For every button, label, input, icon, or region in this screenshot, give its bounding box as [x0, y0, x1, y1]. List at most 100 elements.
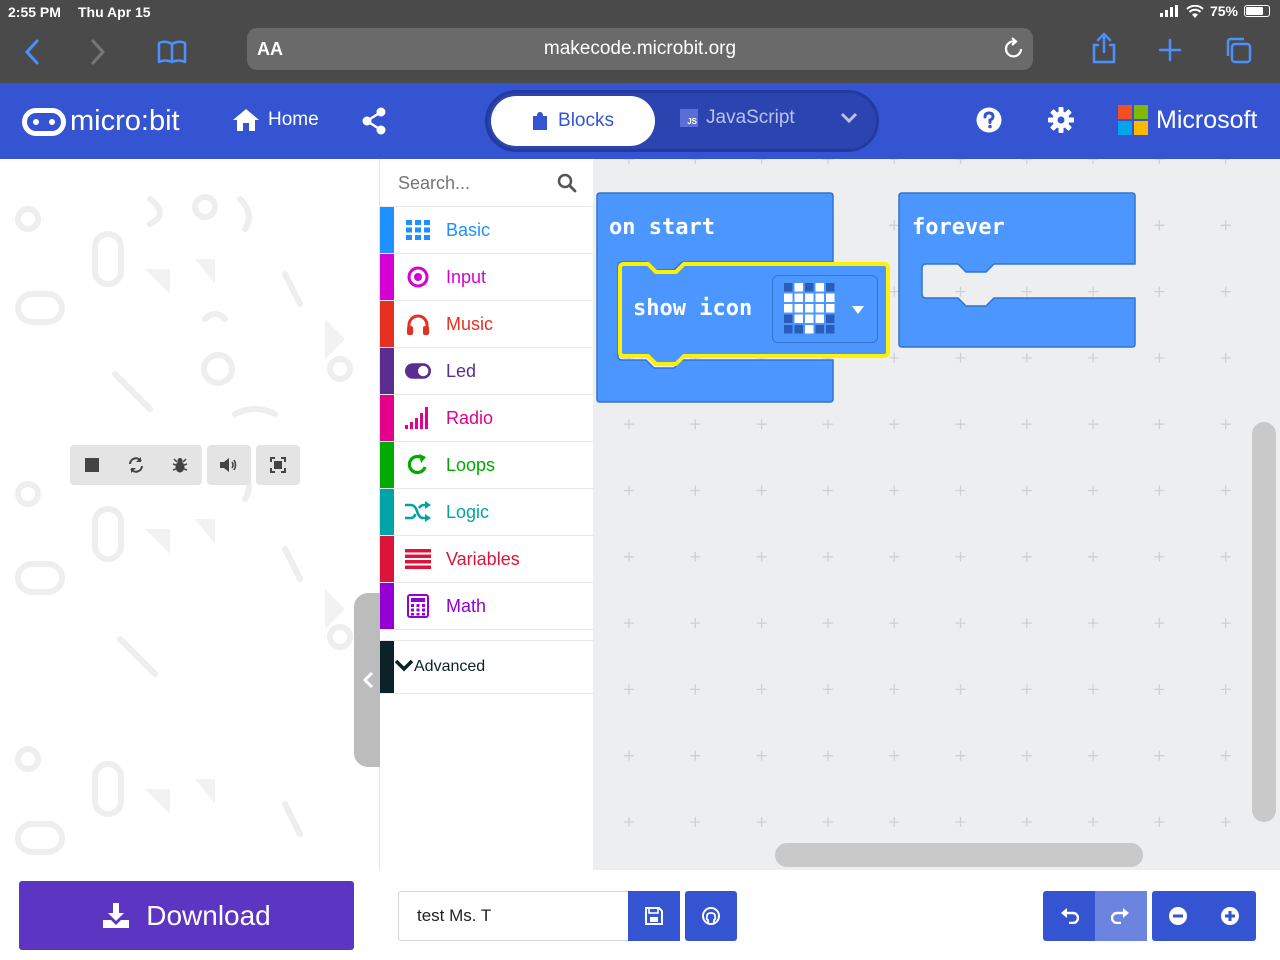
chevron-down-icon — [840, 112, 858, 124]
bookmarks-button[interactable] — [154, 34, 190, 70]
category-color-bar — [380, 442, 394, 488]
undo-button[interactable] — [1043, 891, 1095, 941]
category-radio[interactable]: Radio — [380, 395, 593, 442]
share-button[interactable] — [1086, 30, 1122, 66]
fullscreen-button[interactable] — [256, 445, 300, 485]
editor-toggle: Blocks JS JavaScript — [485, 90, 879, 152]
chevron-down-icon — [394, 658, 414, 677]
url-text[interactable]: makecode.microbit.org — [247, 38, 1033, 60]
microsoft-logo[interactable]: Microsoft — [1118, 105, 1257, 135]
grid-icon — [405, 217, 431, 243]
zoom-in-button[interactable] — [1204, 891, 1256, 941]
category-advanced[interactable]: Advanced — [380, 640, 593, 694]
save-icon — [645, 907, 663, 925]
category-color-bar — [380, 489, 394, 535]
led-on — [826, 293, 835, 302]
led-off — [794, 325, 803, 334]
category-color-bar — [380, 641, 394, 693]
simulator-background-pattern — [15, 194, 353, 855]
workspace-horizontal-scrollbar[interactable] — [775, 843, 1143, 867]
battery-icon — [1244, 5, 1270, 17]
collapse-simulator-button[interactable] — [354, 593, 382, 767]
save-button[interactable] — [628, 891, 680, 941]
help-button[interactable] — [976, 107, 1002, 138]
restart-simulator-button[interactable] — [114, 445, 158, 485]
simulator-controls — [70, 445, 300, 485]
category-variables[interactable]: Variables — [380, 536, 593, 583]
settings-button[interactable] — [1048, 107, 1074, 138]
download-label: Download — [146, 899, 271, 931]
category-color-bar — [380, 395, 394, 441]
category-label: Radio — [446, 407, 494, 428]
project-name-input[interactable] — [398, 891, 630, 941]
forever-label: forever — [912, 215, 1005, 240]
language-dropdown[interactable] — [840, 111, 858, 129]
github-button[interactable] — [685, 891, 737, 941]
calculator-icon — [405, 593, 431, 619]
share-project-button[interactable] — [360, 107, 388, 140]
new-tab-button[interactable] — [1152, 32, 1188, 68]
led-on — [815, 304, 824, 313]
book-icon — [157, 40, 187, 64]
category-music[interactable]: Music — [380, 301, 593, 348]
forward-button[interactable] — [80, 34, 116, 70]
status-indicators: 75% — [1159, 3, 1270, 19]
home-icon — [233, 109, 259, 131]
home-button[interactable]: Home — [232, 108, 319, 132]
status-date: Thu Apr 15 — [78, 4, 151, 20]
category-basic[interactable]: Basic — [380, 207, 593, 254]
category-label: Music — [446, 313, 494, 334]
debug-button[interactable] — [158, 445, 202, 485]
toggle-icon — [405, 358, 431, 384]
zoom-out-button[interactable] — [1152, 891, 1204, 941]
category-label: Input — [446, 266, 487, 287]
reload-icon[interactable] — [1003, 36, 1025, 60]
category-math[interactable]: Math — [380, 583, 593, 630]
led-on — [794, 304, 803, 313]
undo-icon — [1061, 908, 1079, 924]
mute-button-group — [207, 445, 251, 485]
target-icon — [405, 264, 431, 290]
chevron-left-icon — [362, 671, 374, 689]
tab-javascript[interactable]: JS JavaScript — [680, 107, 795, 129]
redo-button[interactable] — [1095, 891, 1147, 941]
share-icon — [1092, 32, 1116, 64]
led-on — [826, 304, 835, 313]
bug-icon — [172, 458, 188, 473]
address-bar[interactable]: AA makecode.microbit.org — [247, 28, 1033, 70]
category-label: Led — [446, 360, 477, 381]
category-label: Math — [446, 595, 487, 616]
minus-circle-icon — [1169, 907, 1187, 925]
mute-button[interactable] — [207, 445, 251, 485]
shuffle-icon — [405, 499, 431, 525]
stop-simulator-button[interactable] — [70, 445, 114, 485]
category-led[interactable]: Led — [380, 348, 593, 395]
on-start-label: on start — [609, 215, 715, 240]
simulator-panel — [0, 159, 382, 870]
blocks-workspace[interactable]: on start show icon forever — [593, 159, 1280, 870]
category-logic[interactable]: Logic — [380, 489, 593, 536]
led-off — [784, 314, 793, 323]
category-loops[interactable]: Loops — [380, 442, 593, 489]
stop-icon — [85, 458, 99, 472]
workspace-vertical-scrollbar[interactable] — [1252, 422, 1276, 822]
toolbox-search-input[interactable] — [398, 171, 558, 195]
tab-blocks[interactable]: Blocks — [491, 96, 655, 146]
led-on — [805, 293, 814, 302]
category-label: Variables — [446, 548, 520, 569]
back-button[interactable] — [14, 34, 50, 70]
share-nodes-icon — [362, 107, 386, 135]
led-on — [784, 304, 793, 313]
led-on — [815, 283, 824, 292]
category-input[interactable]: Input — [380, 254, 593, 301]
tabs-button[interactable] — [1220, 32, 1256, 68]
search-icon[interactable] — [557, 173, 577, 193]
download-button[interactable]: Download — [19, 881, 354, 950]
led-off — [826, 325, 835, 334]
tabs-icon — [1226, 37, 1252, 64]
battery-percent: 75% — [1209, 3, 1238, 19]
icon-picker-dropdown[interactable] — [772, 275, 878, 343]
led-off — [805, 283, 814, 292]
microbit-logo[interactable]: micro:bit — [22, 105, 180, 138]
led-on — [815, 314, 824, 323]
